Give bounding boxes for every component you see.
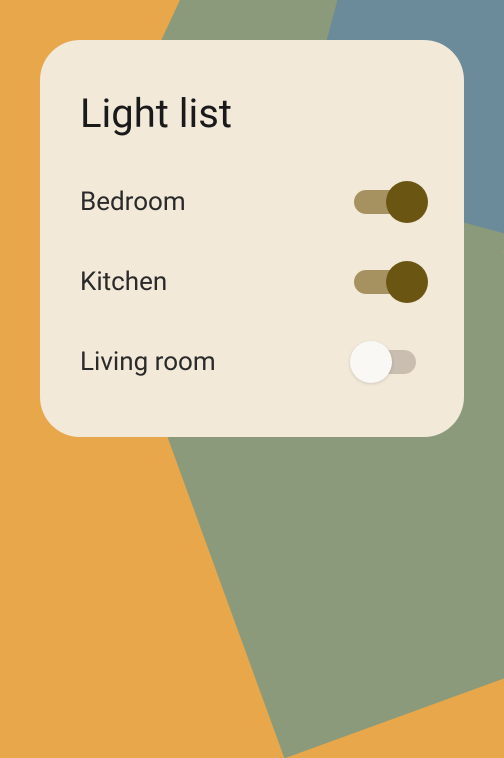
light-toggle-living-room[interactable] (354, 348, 424, 376)
light-toggle-kitchen[interactable] (354, 268, 424, 296)
light-label: Kitchen (80, 267, 167, 297)
light-row-living-room: Living room (80, 347, 424, 377)
page-title: Light list (80, 90, 424, 137)
light-toggle-bedroom[interactable] (354, 188, 424, 216)
light-label: Bedroom (80, 187, 186, 217)
light-row-bedroom: Bedroom (80, 187, 424, 217)
toggle-thumb (386, 181, 428, 223)
light-label: Living room (80, 347, 216, 377)
light-list-card: Light list Bedroom Kitchen Living room (40, 40, 464, 437)
light-row-kitchen: Kitchen (80, 267, 424, 297)
toggle-thumb (350, 341, 392, 383)
toggle-thumb (386, 261, 428, 303)
